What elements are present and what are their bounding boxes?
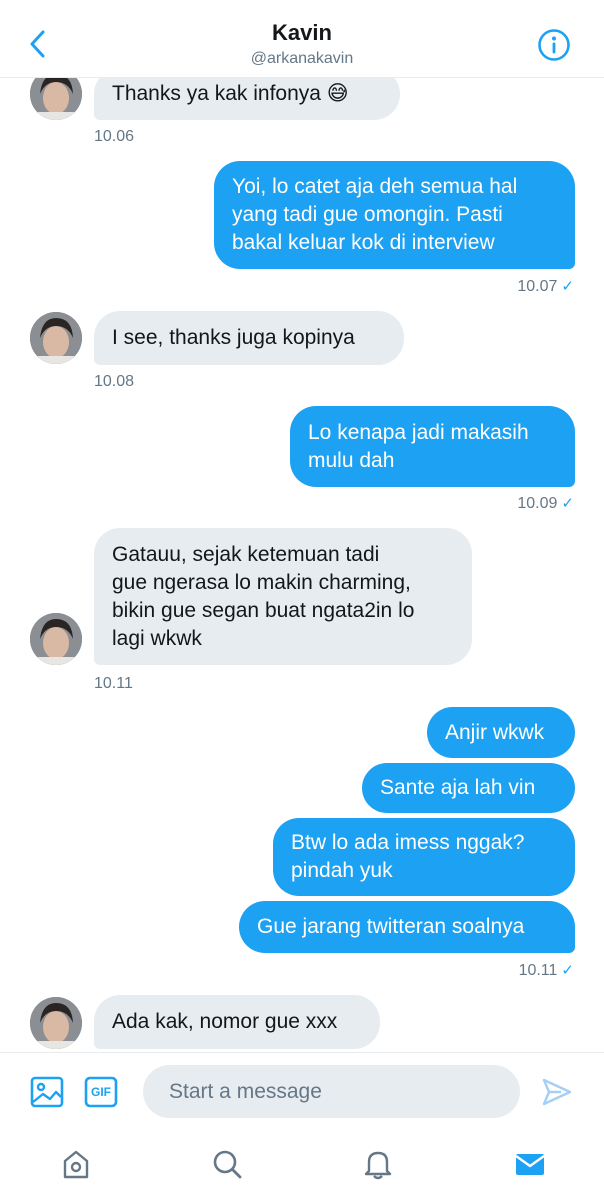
message-bubble-outgoing[interactable]: Yoi, lo catet aja deh semua hal yang tad…: [214, 161, 575, 269]
conversation-title: Kavin: [272, 20, 332, 45]
info-icon: [538, 29, 570, 61]
message-text: Btw lo ada imess nggak? pindah yuk: [291, 831, 525, 882]
message-bubble-outgoing[interactable]: Gue jarang twitteran soalnya: [239, 901, 575, 953]
message-timestamp: 10.11: [94, 675, 133, 692]
bell-icon: [364, 1151, 392, 1180]
tab-messages[interactable]: [510, 1144, 550, 1184]
send-button[interactable]: [541, 1076, 573, 1108]
info-button[interactable]: [537, 28, 571, 62]
home-icon: [63, 1150, 89, 1179]
message-text: Yoi, lo catet aja deh semua hal yang tad…: [232, 175, 518, 254]
message-input[interactable]: [143, 1065, 520, 1118]
mail-icon: [515, 1154, 545, 1175]
message-bubble-incoming[interactable]: I see, thanks juga kopinya: [94, 311, 404, 365]
message-bubble-outgoing[interactable]: Lo kenapa jadi makasih mulu dah: [290, 406, 575, 487]
image-icon: [30, 1076, 64, 1108]
message-text: Gatauu, sejak ketemuan tadi gue ngerasa …: [112, 542, 415, 650]
sent-check-icon: ✓: [561, 278, 574, 295]
message-timestamp: 10.07 ✓: [517, 278, 574, 295]
message-thread[interactable]: Thanks ya kak infonya 😅 10.06 Yoi, lo ca…: [0, 0, 604, 1052]
avatar[interactable]: [30, 312, 82, 364]
conversation-title-area[interactable]: Kavin @arkanakavin: [0, 20, 604, 70]
message-bubble-outgoing[interactable]: Btw lo ada imess nggak? pindah yuk: [273, 818, 575, 896]
message-text: Thanks ya kak infonya 😅: [112, 82, 349, 105]
message-bubble-outgoing[interactable]: Anjir wkwk: [427, 707, 575, 758]
message-composer: GIF: [0, 1052, 604, 1130]
message-timestamp: 10.09 ✓: [517, 495, 574, 512]
add-gif-button[interactable]: GIF: [84, 1075, 118, 1109]
message-bubble-incoming[interactable]: Ada kak, nomor gue xxx: [94, 995, 380, 1049]
message-text: Anjir wkwk: [445, 720, 545, 744]
tab-notifications[interactable]: [358, 1144, 398, 1184]
message-text: I see, thanks juga kopinya: [112, 326, 355, 349]
sent-check-icon: ✓: [561, 962, 574, 979]
message-timestamp: 10.11 ✓: [518, 962, 574, 979]
gif-label: GIF: [91, 1085, 111, 1099]
message-timestamp: 10.08: [94, 373, 135, 390]
message-bubble-incoming[interactable]: Gatauu, sejak ketemuan tadi gue ngerasa …: [94, 528, 472, 665]
send-icon: [542, 1078, 572, 1106]
message-text: Sante aja lah vin: [380, 776, 536, 799]
tab-home[interactable]: [56, 1144, 96, 1184]
message-bubble-outgoing[interactable]: Sante aja lah vin: [362, 763, 575, 813]
tab-search[interactable]: [207, 1144, 247, 1184]
conversation-handle: @arkanakavin: [250, 50, 354, 67]
add-image-button[interactable]: [30, 1075, 64, 1109]
message-text: Gue jarang twitteran soalnya: [257, 915, 525, 938]
search-icon: [213, 1150, 242, 1179]
conversation-header: Kavin @arkanakavin: [0, 0, 604, 78]
message-timestamp: 10.06: [94, 128, 135, 145]
bottom-tab-bar: [0, 1130, 604, 1200]
message-text: Lo kenapa jadi makasih mulu dah: [308, 420, 529, 472]
message-text: Ada kak, nomor gue xxx: [112, 1010, 338, 1033]
avatar[interactable]: [30, 613, 82, 665]
sent-check-icon: ✓: [561, 495, 574, 512]
avatar[interactable]: [30, 997, 82, 1049]
